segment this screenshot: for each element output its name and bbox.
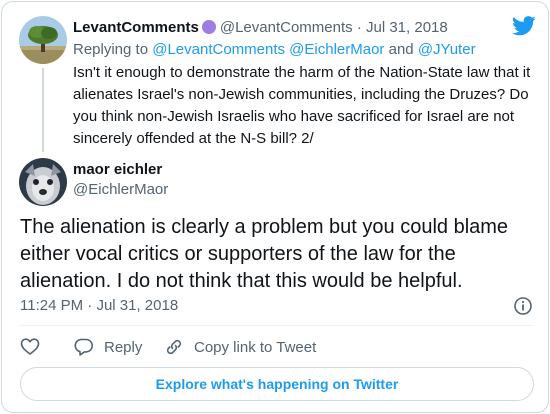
main-display-name[interactable]: maor eichler [73,160,162,180]
tweet-date[interactable]: Jul 31, 2018 [96,297,178,314]
quoted-tweet-text: Isn't it enough to demonstrate the harm … [73,64,531,147]
timestamp-separator: · [87,297,93,314]
replying-to-line: Replying to @LevantComments @EichlerMaor… [73,40,476,60]
copy-link-label: Copy link to Tweet [194,338,317,356]
tweet-timestamp[interactable]: 11:24 PM · Jul 31, 2018 [20,296,178,316]
reply-mention[interactable]: @EichlerMaor [289,41,384,58]
reply-mention[interactable]: @LevantComments [152,41,285,58]
reply-label: Reply [104,338,143,356]
dog-photo-avatar-icon [19,158,67,206]
replying-to-prefix: Replying to [73,41,149,58]
quoted-date[interactable]: Jul 31, 2018 [366,19,448,36]
reply-bubble-icon [74,338,93,356]
copy-link-button[interactable]: Copy link to Tweet [164,335,316,359]
tree-landscape-avatar-icon [19,16,67,64]
main-handle[interactable]: @EichlerMaor [73,180,168,200]
tweet-time[interactable]: 11:24 PM [20,297,83,314]
main-author-avatar[interactable] [19,158,67,206]
embedded-tweet-card: LevantComments @LevantComments · Jul 31, … [1,1,549,413]
reply-button[interactable]: Reply [74,335,142,359]
main-tweet-text: The alienation is clearly a problem but … [20,216,509,292]
quoted-tweet-header: LevantComments @LevantComments · Jul 31, … [73,18,448,38]
heart-icon [20,338,40,355]
explore-twitter-button[interactable]: Explore what's happening on Twitter [20,367,534,401]
info-icon[interactable] [513,296,533,316]
twitter-bird-icon[interactable] [512,16,536,36]
header-separator: · [356,19,362,36]
thread-connector-line [42,68,44,152]
like-button[interactable] [20,335,50,359]
purple-circle-badge-icon [201,20,216,34]
action-divider [19,325,534,326]
reply-and: and [388,41,414,58]
reply-mention[interactable]: @JYuter [418,41,476,58]
quoted-author-avatar[interactable] [19,16,67,64]
quoted-display-name[interactable]: LevantComments [73,19,199,36]
link-icon [166,339,182,355]
quoted-handle[interactable]: @LevantComments [220,19,353,36]
